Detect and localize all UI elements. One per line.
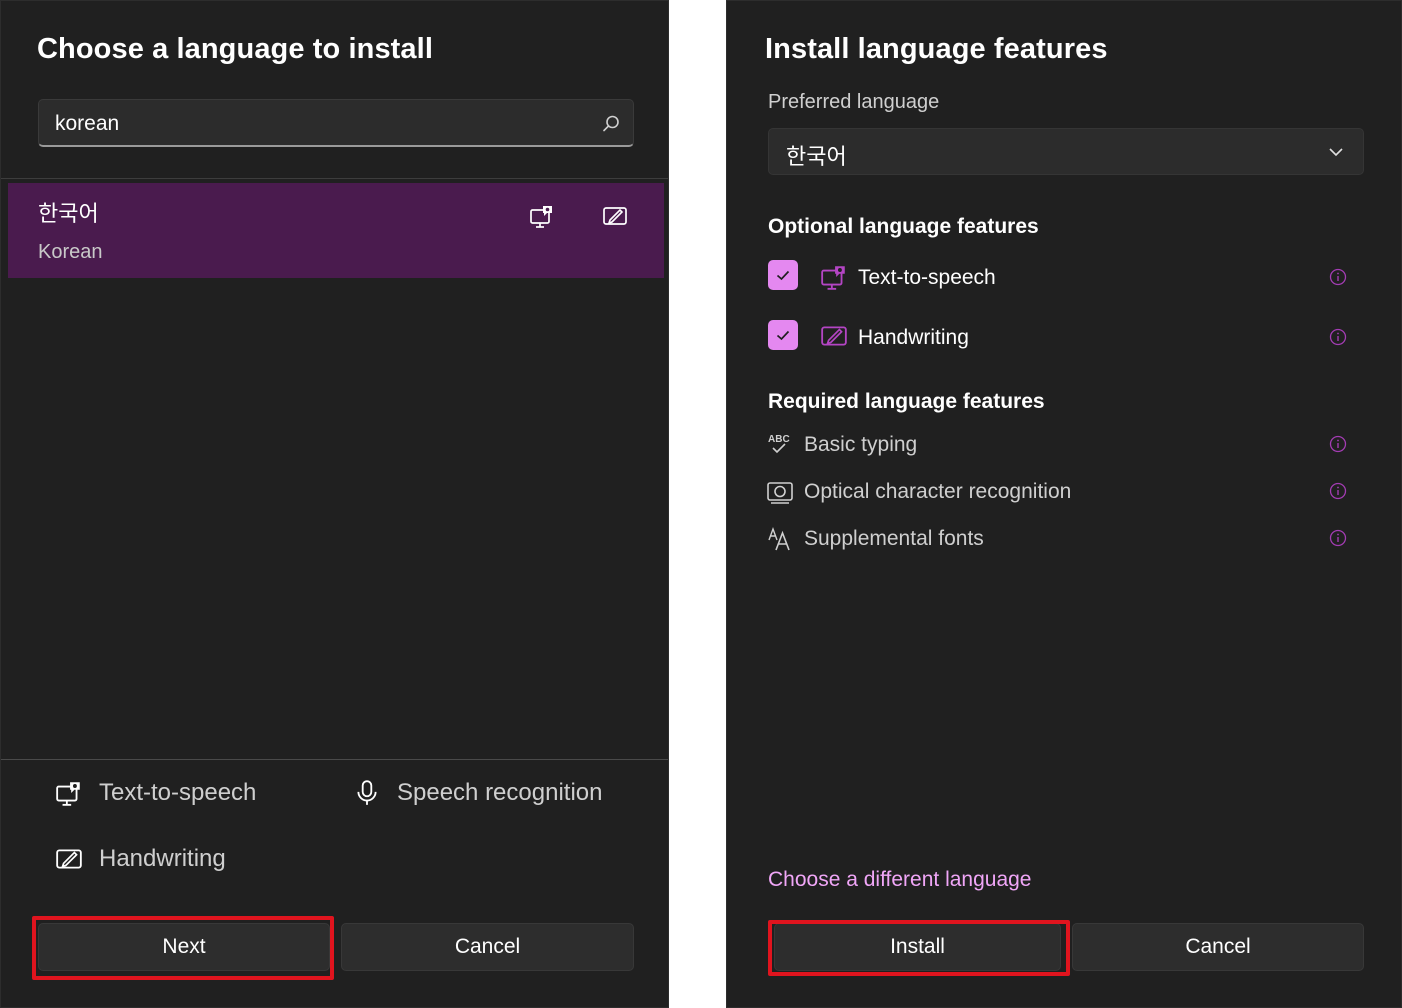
cancel-button[interactable]: Cancel <box>1072 923 1364 971</box>
next-button-highlight <box>32 916 334 980</box>
info-icon[interactable] <box>1329 268 1347 286</box>
ocr-icon <box>767 479 793 505</box>
optional-features-heading: Optional language features <box>768 215 1039 238</box>
search-input-value: korean <box>55 112 120 135</box>
required-feature-label: Basic typing <box>804 433 918 456</box>
preferred-language-value: 한국어 <box>786 144 847 169</box>
search-icon[interactable] <box>601 114 621 134</box>
language-search-input[interactable]: korean <box>38 99 634 147</box>
dialog-title: Choose a language to install <box>37 33 433 65</box>
required-feature-label: Supplemental fonts <box>804 527 984 550</box>
text-to-speech-icon <box>529 203 555 229</box>
cancel-button[interactable]: Cancel <box>341 923 634 971</box>
handwriting-icon <box>55 845 83 873</box>
preferred-language-label: Preferred language <box>768 91 940 113</box>
language-result-korean[interactable]: 한국어 Korean <box>8 183 664 278</box>
required-feature-label: Optical character recognition <box>804 480 1072 503</box>
text-to-speech-checkbox[interactable] <box>768 260 798 290</box>
fonts-icon <box>767 526 793 552</box>
microphone-icon <box>353 779 381 807</box>
text-to-speech-icon <box>55 779 83 807</box>
divider <box>1 178 668 179</box>
language-native-name: 한국어 <box>38 201 99 226</box>
feature-label: Speech recognition <box>397 779 603 806</box>
feature-text-to-speech: Text-to-speech <box>55 779 256 807</box>
divider <box>1 759 668 760</box>
basic-typing-icon: ABC <box>767 431 793 457</box>
language-english-name: Korean <box>38 241 103 263</box>
install-button-highlight <box>768 920 1070 976</box>
required-features-heading: Required language features <box>768 390 1045 413</box>
feature-speech-recognition: Speech recognition <box>353 779 602 807</box>
choose-different-language-link[interactable]: Choose a different language <box>768 868 1031 892</box>
info-icon[interactable] <box>1329 435 1347 453</box>
info-icon[interactable] <box>1329 482 1347 500</box>
choose-language-dialog: Choose a language to install korean 한국어 … <box>0 0 669 1008</box>
check-icon <box>776 330 790 341</box>
optional-feature-label: Text-to-speech <box>858 266 996 289</box>
dialog-title: Install language features <box>765 33 1108 65</box>
feature-label: Handwriting <box>99 845 226 872</box>
feature-handwriting: Handwriting <box>55 845 226 873</box>
handwriting-icon <box>602 203 628 229</box>
feature-label: Text-to-speech <box>99 779 257 806</box>
check-icon <box>776 270 790 281</box>
info-icon[interactable] <box>1329 328 1347 346</box>
handwriting-icon <box>820 322 848 350</box>
info-icon[interactable] <box>1329 529 1347 547</box>
svg-text:ABC: ABC <box>768 434 790 445</box>
chevron-down-icon <box>1327 143 1345 161</box>
install-features-dialog: Install language features Preferred lang… <box>726 0 1402 1008</box>
optional-feature-label: Handwriting <box>858 326 969 349</box>
handwriting-checkbox[interactable] <box>768 320 798 350</box>
text-to-speech-icon <box>820 263 848 291</box>
preferred-language-dropdown[interactable]: 한국어 <box>768 128 1364 175</box>
